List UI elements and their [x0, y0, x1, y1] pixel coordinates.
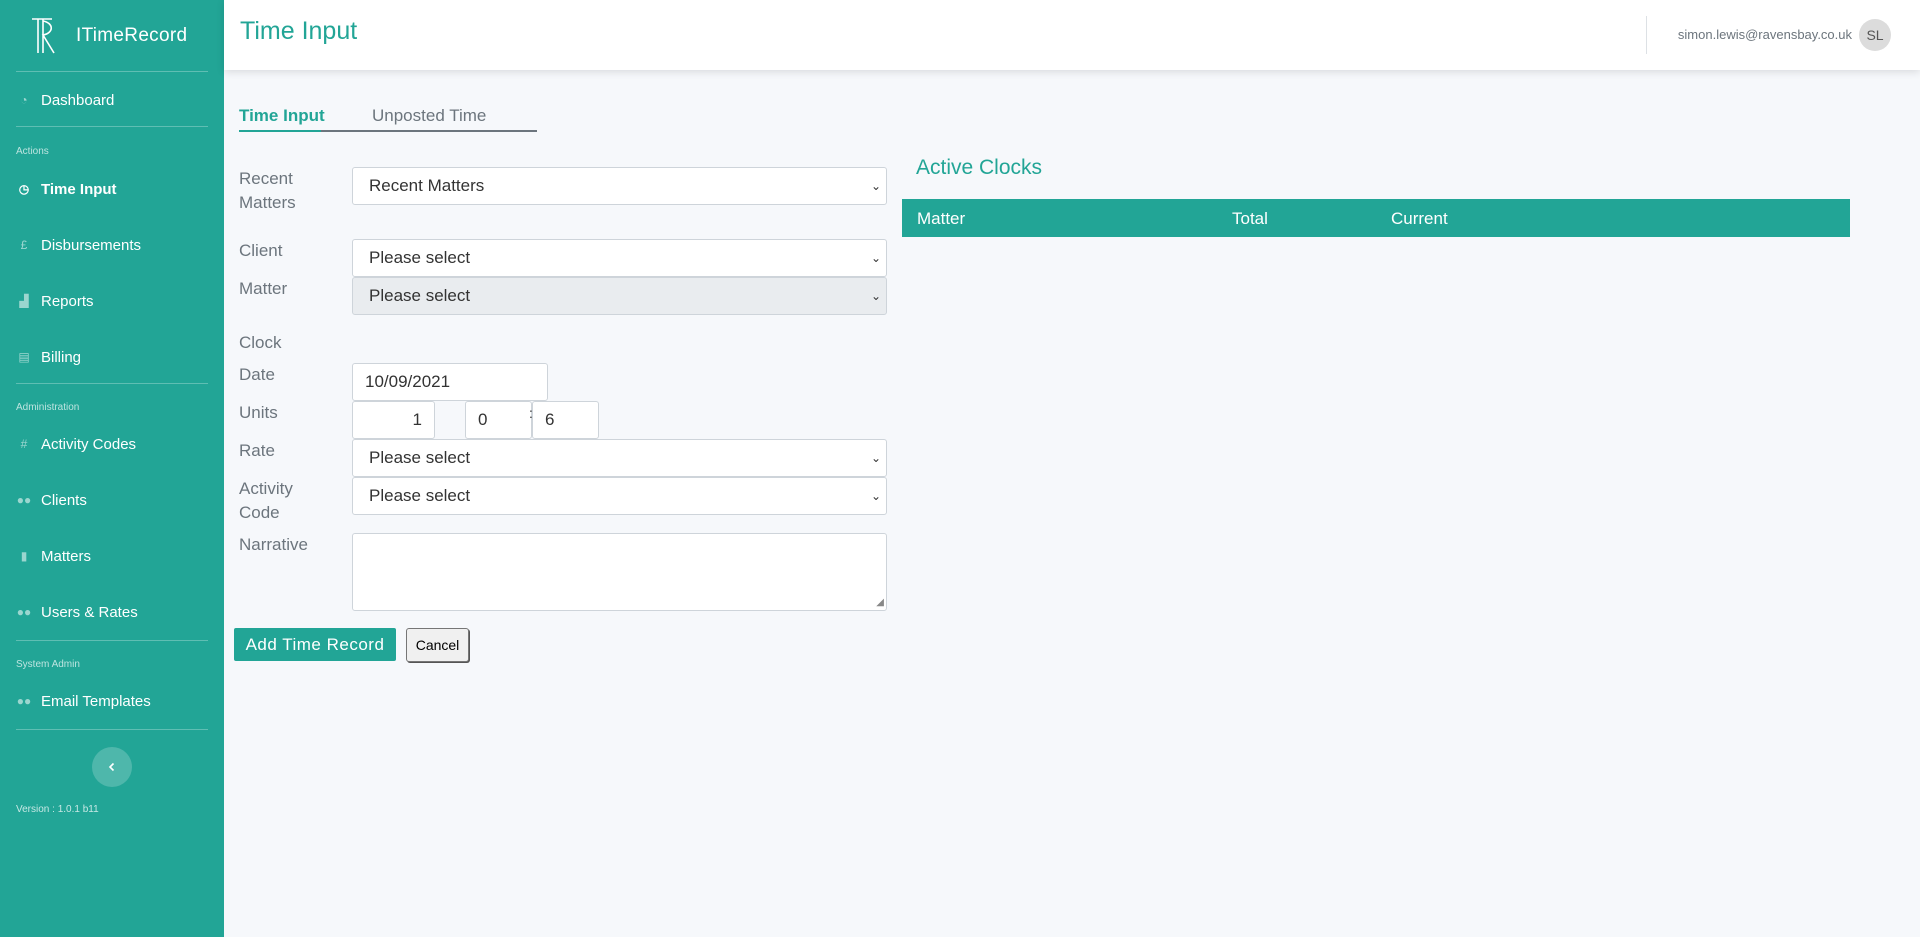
active-clocks-title: Active Clocks — [916, 156, 1043, 179]
top-header: Time Input simon.lewis@ravensbay.co.uk S… — [224, 0, 1920, 70]
units-input-value: 1 — [412, 410, 422, 429]
chevron-down-icon: ⌄ — [870, 179, 881, 193]
activity-code-label-line2: Code — [239, 503, 280, 522]
clock-label: Clock — [239, 333, 282, 352]
column-header-current[interactable]: Current — [1391, 209, 1448, 229]
recent-matters-label-line1: Recent — [239, 169, 293, 188]
date-label: Date — [239, 365, 275, 384]
activity-code-label: Activity Code — [239, 477, 293, 525]
sidebar-divider — [16, 729, 208, 730]
sidebar-item-clients[interactable]: ●● Clients — [16, 488, 87, 512]
matter-label: Matter — [239, 279, 288, 298]
chevron-down-icon: ⌄ — [870, 251, 881, 265]
matter-select-value: Please select — [369, 286, 471, 305]
rate-select-value: Please select — [369, 448, 471, 467]
client-select-value: Please select — [369, 248, 471, 267]
brand-name: ITimeRecord — [76, 25, 188, 46]
users-icon: ●● — [16, 605, 32, 619]
sidebar-divider — [16, 383, 208, 384]
sidebar-item-billing[interactable]: ▤ Billing — [16, 345, 81, 369]
sidebar-item-label: Activity Codes — [41, 435, 137, 453]
version-label: Version : 1.0.1 b11 — [16, 804, 99, 815]
matter-select[interactable]: Please select ⌄ — [352, 277, 887, 315]
activity-code-label-line1: Activity — [239, 479, 293, 498]
date-input-value: 10/09/2021 — [365, 372, 451, 391]
sidebar-item-matters[interactable]: ▮ Matters — [16, 544, 91, 568]
brand-logo-icon — [32, 18, 55, 54]
resize-grip-icon[interactable]: ◢ — [876, 597, 884, 608]
sidebar-item-label: Email Templates — [41, 692, 151, 710]
chevron-left-icon — [108, 762, 115, 772]
sidebar-item-time-input[interactable]: ◷ Time Input — [16, 177, 117, 201]
tab-unposted-time[interactable]: Unposted Time — [372, 106, 486, 126]
sidebar-heading-actions: Actions — [16, 146, 49, 157]
add-time-record-button[interactable]: Add Time Record — [234, 628, 396, 661]
rate-label: Rate — [239, 441, 275, 460]
tab-time-input[interactable]: Time Input — [239, 106, 325, 126]
sidebar-item-activity-codes[interactable]: # Activity Codes — [16, 432, 136, 456]
recent-matters-label: Recent Matters — [239, 167, 296, 215]
column-header-matter[interactable]: Matter — [917, 209, 965, 229]
hours-input[interactable]: 0 — [465, 401, 532, 439]
sidebar-divider — [16, 126, 208, 127]
chart-icon: ▟ — [19, 294, 29, 308]
activity-code-select-value: Please select — [369, 486, 471, 505]
dashboard-icon: ◔ — [20, 93, 28, 107]
sidebar-item-label: Matters — [41, 547, 92, 565]
user-email[interactable]: simon.lewis@ravensbay.co.uk — [1678, 27, 1852, 42]
client-select[interactable]: Please select ⌄ — [352, 239, 887, 277]
sidebar-item-dashboard[interactable]: ◔ Dashboard — [16, 88, 114, 112]
column-header-total[interactable]: Total — [1232, 209, 1268, 229]
chevron-down-icon: ⌄ — [870, 289, 881, 303]
recent-matters-select[interactable]: Recent Matters ⌄ — [352, 167, 887, 205]
hash-icon: # — [20, 437, 28, 451]
active-tab-indicator — [239, 130, 321, 132]
units-input[interactable]: 1 — [352, 401, 435, 439]
brand[interactable]: ITimeRecord — [30, 16, 187, 56]
sidebar-heading-system-admin: System Admin — [16, 659, 80, 670]
avatar[interactable]: SL — [1859, 19, 1891, 51]
recent-matters-label-line2: Matters — [239, 193, 296, 212]
hours-input-value: 0 — [478, 410, 488, 429]
date-input[interactable]: 10/09/2021 — [352, 363, 548, 401]
users-icon: ●● — [16, 694, 32, 708]
file-icon: ▤ — [18, 350, 30, 364]
sidebar-item-label: Dashboard — [41, 91, 115, 109]
page-title: Time Input — [240, 17, 358, 45]
sidebar-item-label: Clients — [41, 491, 87, 509]
chevron-down-icon: ⌄ — [870, 451, 881, 465]
sidebar-item-label: Disbursements — [41, 236, 142, 254]
sidebar-divider — [16, 640, 208, 641]
sidebar-item-reports[interactable]: ▟ Reports — [16, 289, 94, 313]
sidebar-item-label: Billing — [41, 348, 82, 366]
sidebar-item-label: Reports — [41, 292, 94, 310]
narrative-textarea[interactable]: ◢ — [352, 533, 887, 611]
recent-matters-select-value: Recent Matters — [369, 176, 485, 195]
pound-icon: £ — [20, 238, 28, 252]
sidebar-item-label: Time Input — [41, 180, 117, 198]
narrative-label: Narrative — [239, 535, 308, 554]
sidebar-item-label: Users & Rates — [41, 603, 138, 621]
sidebar-item-users-rates[interactable]: ●● Users & Rates — [16, 600, 138, 624]
book-icon: ▮ — [20, 549, 28, 563]
sidebar-item-email-templates[interactable]: ●● Email Templates — [16, 689, 151, 713]
minutes-input-value: 6 — [545, 410, 555, 429]
cancel-button[interactable]: Cancel — [406, 628, 469, 662]
minutes-input[interactable]: 6 — [532, 401, 599, 439]
rate-select[interactable]: Please select ⌄ — [352, 439, 887, 477]
active-clocks-table-header: Matter Total Current — [902, 199, 1850, 237]
sidebar: ITimeRecord ◔ Dashboard Actions ◷ Time I… — [0, 0, 224, 937]
sidebar-divider — [16, 71, 208, 72]
clock-icon: ◷ — [18, 182, 30, 196]
tab-bar: Time Input Unposted Time — [239, 106, 537, 132]
users-icon: ●● — [16, 493, 32, 507]
units-label: Units — [239, 403, 278, 422]
header-divider — [1646, 16, 1647, 54]
client-label: Client — [239, 241, 283, 260]
sidebar-collapse-button[interactable] — [92, 747, 132, 787]
activity-code-select[interactable]: Please select ⌄ — [352, 477, 887, 515]
chevron-down-icon: ⌄ — [870, 489, 881, 503]
sidebar-item-disbursements[interactable]: £ Disbursements — [16, 233, 141, 257]
sidebar-heading-administration: Administration — [16, 402, 80, 413]
